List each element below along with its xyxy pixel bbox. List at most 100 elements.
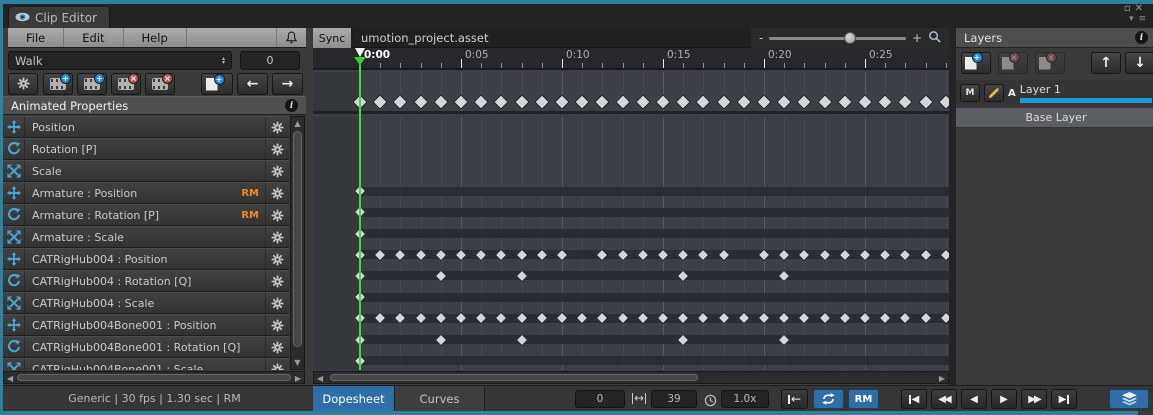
property-gear-icon[interactable] xyxy=(265,293,289,313)
keyframe-diamond[interactable] xyxy=(554,94,570,110)
property-row[interactable]: CATRigHub004Bone001 : Scale xyxy=(3,358,289,370)
property-gear-icon[interactable] xyxy=(265,139,289,159)
tab-clip-editor[interactable]: Clip Editor xyxy=(8,6,110,28)
playhead-triangle-icon[interactable] xyxy=(354,57,366,65)
property-gear-icon[interactable] xyxy=(265,337,289,357)
magnifier-icon[interactable] xyxy=(928,30,941,46)
merge-layer-button[interactable]: × xyxy=(1035,52,1065,74)
toggle-layers-panel-button[interactable] xyxy=(1109,389,1149,409)
keyframe-diamond[interactable] xyxy=(453,94,469,110)
property-gear-icon[interactable] xyxy=(265,249,289,269)
paste-button[interactable]: + xyxy=(201,73,233,95)
keyframe-diamond[interactable] xyxy=(675,94,691,110)
keyframe-diamond[interactable] xyxy=(716,94,732,110)
keyframe-diamond[interactable] xyxy=(494,94,510,110)
keyframe-diamond[interactable] xyxy=(615,94,631,110)
next-key-button[interactable]: ▶▶ xyxy=(1021,389,1047,409)
menu-help[interactable]: Help xyxy=(124,28,187,47)
keyframe-diamond[interactable] xyxy=(857,94,873,110)
property-gear-icon[interactable] xyxy=(265,315,289,335)
property-list-vertical-scrollbar[interactable]: ▲ ▼ xyxy=(290,116,305,370)
edit-layer-button[interactable] xyxy=(984,84,1004,102)
keyframe-diamond[interactable] xyxy=(595,94,611,110)
zoom-slider[interactable] xyxy=(769,37,906,40)
add-layer-button[interactable]: + xyxy=(961,52,991,74)
first-frame-button[interactable]: ◀ xyxy=(901,389,927,409)
keyframe-diamond[interactable] xyxy=(938,94,949,110)
vertical-scroll-thumb[interactable] xyxy=(293,131,302,347)
playhead-line[interactable] xyxy=(359,58,361,370)
dopesheet-horizontal-scrollbar[interactable]: ◀ ▶ xyxy=(313,371,949,384)
keyframe-diamond[interactable] xyxy=(534,94,550,110)
delete-all-clips-button[interactable]: × xyxy=(145,73,175,95)
clip-select-dropdown[interactable]: Walk ▴▾ xyxy=(8,51,232,70)
delete-layer-button[interactable]: × xyxy=(998,52,1028,74)
scroll-right-icon[interactable]: ▶ xyxy=(939,374,945,383)
keyframe-diamond[interactable] xyxy=(372,94,388,110)
keyframe-diamond[interactable] xyxy=(898,94,914,110)
previous-clip-button[interactable]: ← xyxy=(237,73,268,95)
mute-layer-button[interactable]: M xyxy=(960,84,980,102)
property-row[interactable]: CATRigHub004 : Position xyxy=(3,248,289,270)
keyframe-diamond[interactable] xyxy=(797,94,813,110)
play-button[interactable]: ▶ xyxy=(991,389,1017,409)
keyframe-diamond[interactable] xyxy=(514,94,530,110)
frame-offset-field[interactable]: 0 xyxy=(240,51,300,70)
property-row[interactable]: CATRigHub004Bone001 : Rotation [Q] xyxy=(3,336,289,358)
root-motion-button[interactable]: RM xyxy=(848,389,879,409)
maximize-icon[interactable]: ▫ xyxy=(1124,3,1135,14)
project-file-field[interactable]: umotion_project.asset xyxy=(353,28,751,48)
layer-row-base[interactable]: Base Layer xyxy=(956,107,1153,128)
loop-playback-button[interactable] xyxy=(813,389,844,409)
zoom-in-label[interactable]: + xyxy=(912,31,922,45)
keyframe-diamond[interactable] xyxy=(817,94,833,110)
menu-edit[interactable]: Edit xyxy=(64,28,123,47)
keyframe-diamond[interactable] xyxy=(473,94,489,110)
tab-dopesheet[interactable]: Dopesheet xyxy=(313,386,395,411)
zoom-out-label[interactable]: - xyxy=(759,31,763,45)
playhead-flag-icon[interactable] xyxy=(355,48,365,57)
info-icon[interactable]: i xyxy=(1135,31,1148,44)
keyframe-diamond[interactable] xyxy=(696,94,712,110)
property-gear-icon[interactable] xyxy=(265,271,289,291)
property-row[interactable]: Armature : Scale xyxy=(3,226,289,248)
playback-speed-field[interactable]: 1.0x xyxy=(721,390,769,408)
menu-file[interactable]: File xyxy=(8,28,64,47)
keyframe-diamond[interactable] xyxy=(413,94,429,110)
close-icon[interactable]: ✕ xyxy=(1135,3,1147,14)
keyframe-diamond[interactable] xyxy=(635,94,651,110)
last-frame-button[interactable]: ▶ xyxy=(1051,389,1077,409)
property-row[interactable]: Armature : Rotation [P]RM xyxy=(3,204,289,226)
keyframe-diamond[interactable] xyxy=(433,94,449,110)
keyframe-diamond[interactable] xyxy=(877,94,893,110)
current-frame-field[interactable]: 0 xyxy=(575,390,625,408)
window-menu-icon[interactable]: ▾ ≡ xyxy=(1124,14,1147,24)
property-row[interactable]: CATRigHub004Bone001 : Position xyxy=(3,314,289,336)
delete-clip-button[interactable]: × xyxy=(111,73,141,95)
property-row[interactable]: CATRigHub004 : Rotation [Q] xyxy=(3,270,289,292)
property-gear-icon[interactable] xyxy=(265,359,289,370)
property-gear-icon[interactable] xyxy=(265,117,289,137)
scroll-right-icon[interactable]: ▶ xyxy=(295,374,301,383)
next-clip-button[interactable]: → xyxy=(272,73,303,95)
layer-weight-bar[interactable] xyxy=(1020,98,1152,103)
property-gear-icon[interactable] xyxy=(265,183,289,203)
dopesheet-scroll-thumb[interactable] xyxy=(330,374,698,381)
duplicate-clip-button[interactable]: + xyxy=(77,73,107,95)
layer-row-layer1[interactable]: M A Layer 1 xyxy=(956,80,1153,106)
property-list-horizontal-scrollbar[interactable]: ◀ ▶ xyxy=(3,371,305,384)
info-icon[interactable]: i xyxy=(285,99,298,112)
settings-button[interactable] xyxy=(8,73,38,95)
property-row[interactable]: Position xyxy=(3,116,289,138)
keyframe-diamond[interactable] xyxy=(756,94,772,110)
timeline-ruler[interactable]: 0:000:050:100:150:200:25 xyxy=(313,48,949,70)
add-clip-button[interactable]: + xyxy=(43,73,73,95)
property-row[interactable]: Scale xyxy=(3,160,289,182)
previous-frame-button[interactable]: ◀ xyxy=(961,389,987,409)
property-row[interactable]: CATRigHub004 : Scale xyxy=(3,292,289,314)
horizontal-scroll-thumb[interactable] xyxy=(17,374,291,381)
move-layer-up-button[interactable]: ↑ xyxy=(1091,52,1121,74)
jump-to-start-button[interactable]: ← xyxy=(781,389,808,409)
layer-name[interactable]: Layer 1 xyxy=(1020,83,1152,103)
scroll-down-icon[interactable]: ▼ xyxy=(291,358,304,367)
